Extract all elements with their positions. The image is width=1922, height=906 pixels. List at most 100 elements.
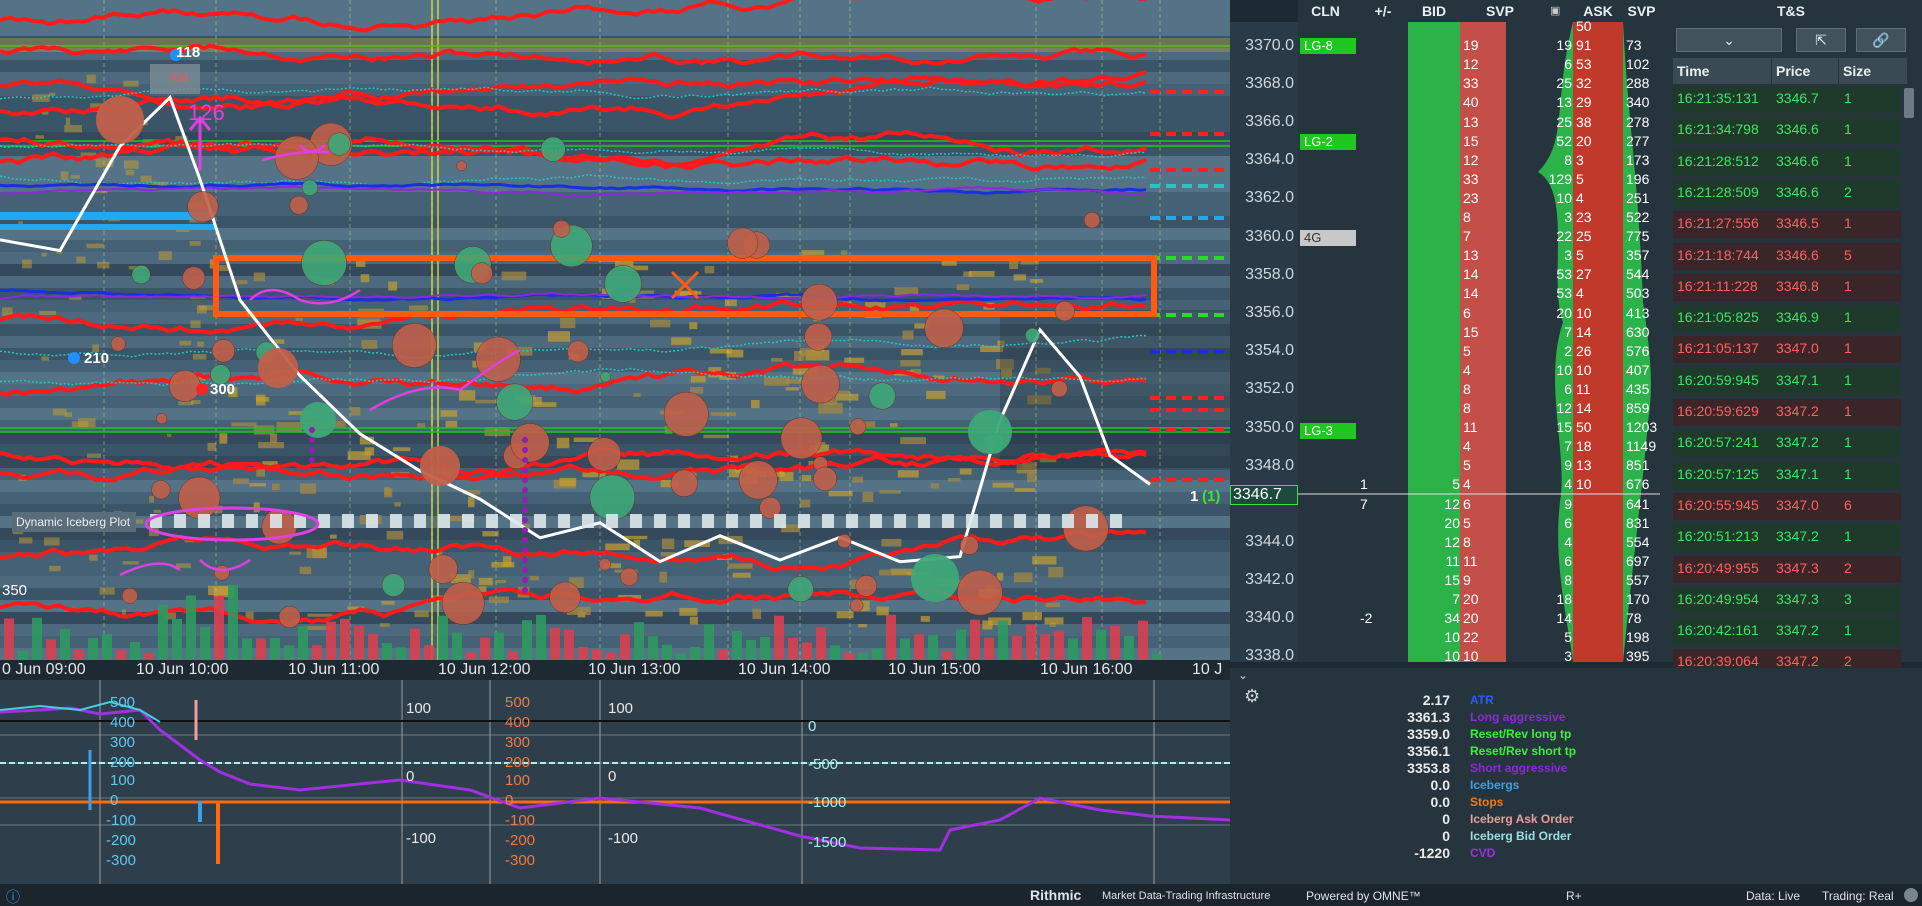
ask-cell[interactable]: 5 [1576,171,1584,187]
ts-row[interactable]: 16:20:49:955 3347.3 2 [1673,555,1901,583]
indicator-name[interactable]: Iceberg Bid Order [1470,829,1571,843]
link-icon[interactable]: 🔗 [1856,28,1906,52]
level-tag[interactable]: 4G [1300,230,1356,246]
price-chart[interactable]: 118 200 126 210 300 350 Dynamic Iceberg … [0,0,1230,660]
bid-cell[interactable]: 7 [1420,591,1460,607]
ts-row[interactable]: 16:20:59:945 3347.1 1 [1673,367,1901,395]
time-axis[interactable]: 0 Jun 09:00 10 Jun 10:00 10 Jun 11:00 10 Ju… [0,660,1230,680]
price-axis[interactable]: 3370.0 3368.0 3366.0 3364.0 3362.0 3360.0 3358… [1230,22,1298,664]
bid-cell[interactable]: 12 [1420,534,1460,550]
ask-cell[interactable]: 27 [1576,266,1592,282]
ts-row[interactable]: 16:21:35:131 3346.7 1 [1673,86,1901,113]
ask-cell[interactable]: 3 [1576,152,1584,168]
ts-scrollbar[interactable] [1904,88,1914,118]
ts-row[interactable]: 16:21:05:137 3347.0 1 [1673,336,1901,364]
ask-cell[interactable]: 26 [1576,343,1592,359]
bid-cell[interactable]: 34 [1420,610,1460,626]
trade-bubble [924,308,964,348]
ask-cell[interactable]: 50 [1576,18,1592,34]
indicator-value: -1220 [1414,845,1450,861]
ladder-header[interactable]: SVP [1460,0,1540,22]
info-icon[interactable]: ⓘ [6,887,20,906]
ask-cell[interactable]: 32 [1576,75,1592,91]
ts-row[interactable]: 16:20:55:945 3347.0 6 [1673,492,1901,520]
ts-price: 3347.0 [1776,340,1819,357]
ask-cell[interactable]: 38 [1576,114,1592,130]
ask-cell[interactable]: 18 [1576,438,1592,454]
ask-cell[interactable]: 23 [1576,209,1592,225]
gear-icon[interactable]: ⚙ [1244,686,1260,707]
level-tag[interactable]: LG-8 [1300,38,1356,54]
ask-cell[interactable]: 4 [1576,190,1584,206]
ts-row[interactable]: 16:20:51:213 3347.2 1 [1673,524,1901,552]
ask-cell[interactable]: 53 [1576,56,1592,72]
ask-cell[interactable]: 10 [1576,305,1592,321]
ladder-header[interactable]: CLN [1298,0,1353,22]
ts-time: 16:20:51:213 [1677,528,1759,545]
ask-cell[interactable]: 20 [1576,133,1592,149]
bid-cell[interactable]: 12 [1420,496,1460,512]
indicator-name[interactable]: Reset/Rev short tp [1470,744,1576,758]
ts-row[interactable]: 16:21:27:556 3346.5 1 [1673,211,1901,239]
ask-cell[interactable]: 91 [1576,37,1592,53]
chevron-down-icon[interactable]: ⌄ [1676,28,1782,52]
indicator-name[interactable]: CVD [1470,846,1495,860]
bid-cell[interactable]: 10 [1420,648,1460,662]
ask-cell[interactable]: 14 [1576,400,1592,416]
ts-row[interactable]: 16:21:05:825 3346.9 1 [1673,305,1901,333]
trade-bubble [110,336,126,352]
ts-time: 16:21:27:556 [1677,215,1759,232]
ask-cell[interactable]: 50 [1576,419,1592,435]
ask-cell[interactable]: 10 [1576,476,1592,492]
ask-cell[interactable]: 4 [1576,285,1584,301]
ask-cell[interactable]: 10 [1576,362,1592,378]
bid-cell[interactable]: 5 [1420,476,1460,492]
ts-row[interactable]: 16:21:34:798 3346.6 1 [1673,117,1901,145]
ask-cell[interactable]: 11 [1576,381,1591,397]
bid-cell[interactable]: 11 [1420,553,1460,569]
ts-column-header[interactable]: Price [1772,58,1838,84]
ts-column-header[interactable]: Size [1839,58,1907,84]
indicator-name[interactable]: Reset/Rev long tp [1470,727,1571,741]
ts-row[interactable]: 16:20:42:161 3347.2 1 [1673,618,1901,646]
iceberg-plot-label[interactable]: Dynamic Iceberg Plot [12,512,136,532]
indicator-name[interactable]: Icebergs [1470,778,1519,792]
indicator-name[interactable]: Long aggressive [1470,710,1565,724]
ladder-header[interactable]: +/- [1353,0,1413,22]
ladder-header[interactable]: SVP [1623,0,1660,22]
bid-cell[interactable]: 10 [1420,629,1460,645]
chevron-down-icon[interactable]: ⌄ [1238,668,1248,682]
ask-cell[interactable]: 29 [1576,94,1592,110]
dom-ladder[interactable]: CLN +/- BID SVP ASK SVP 50 19 19 91 73 12 6 53 102 33 25… [1298,0,1660,662]
bid-cell[interactable]: 15 [1420,572,1460,588]
ts-row[interactable]: 16:20:59:629 3347.2 1 [1673,399,1901,426]
ask-cell[interactable]: 5 [1576,247,1584,263]
ts-column-header[interactable]: Time [1673,58,1771,84]
indicator-pane[interactable]: 500 400 300 200 100 0 -100 -200 -300 100 0 -100 100 0… [0,680,1230,884]
indicator-name[interactable]: Short aggressive [1470,761,1567,775]
indicator-name[interactable]: ATR [1470,693,1494,707]
ladder-header[interactable]: BID [1408,0,1460,22]
bid-cell[interactable]: 20 [1420,515,1460,531]
level-tag[interactable]: LG-2 [1300,134,1356,150]
calendar-icon[interactable]: ▣ [1550,4,1560,17]
ts-row[interactable]: 16:20:57:125 3347.1 1 [1673,461,1901,489]
trade-bubble [327,132,351,156]
ts-time: 16:20:49:955 [1677,559,1759,576]
ts-row[interactable]: 16:21:11:228 3346.8 1 [1673,273,1901,301]
ask-cell[interactable]: 13 [1576,457,1592,473]
level-tag[interactable]: LG-3 [1300,423,1356,439]
ts-row[interactable]: 16:20:49:954 3347.3 3 [1673,586,1901,614]
ts-row[interactable]: 16:21:28:512 3346.6 1 [1673,148,1901,176]
indicator-name[interactable]: Stops [1470,795,1503,809]
ask-cell[interactable]: 25 [1576,228,1592,244]
time-and-sales[interactable]: T&S ⌄ ⇱ 🔗 Time Price Size 16:21:35:131 3346.7 1 1… [1660,0,1922,677]
ts-row[interactable]: 16:21:18:744 3346.6 5 [1673,242,1901,270]
export-icon[interactable]: ⇱ [1796,28,1846,52]
chart-canvas[interactable] [0,0,1230,660]
indicator-y-label: 300 [110,734,136,751]
ask-cell[interactable]: 14 [1576,324,1592,340]
ts-row[interactable]: 16:21:28:509 3346.6 2 [1673,179,1901,207]
indicator-name[interactable]: Iceberg Ask Order [1470,812,1574,826]
ts-row[interactable]: 16:20:57:241 3347.2 1 [1673,430,1901,458]
